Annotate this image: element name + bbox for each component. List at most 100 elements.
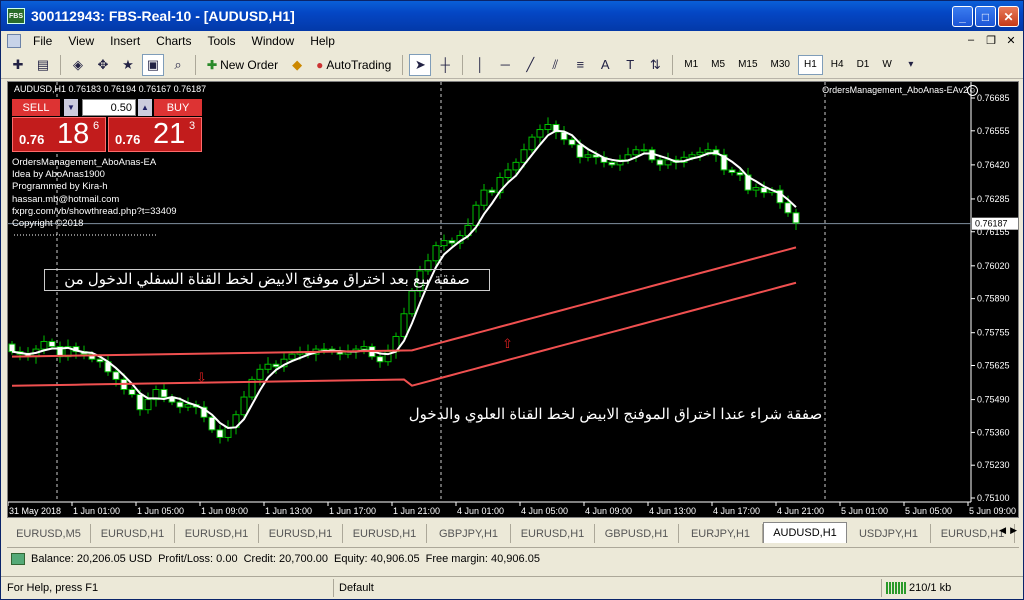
chart-tab[interactable]: EURUSD,M5	[7, 524, 91, 543]
price-chart[interactable]: 0.76685 0.76555 0.76420 0.76285 0.76155 0.760…	[7, 81, 1019, 518]
tab-scroll-left-icon[interactable]: ◀	[999, 525, 1006, 536]
metaeditor-icon[interactable]: ◆	[286, 54, 308, 76]
autotrading-button[interactable]: ● AutoTrading	[311, 54, 396, 76]
title-bar[interactable]: FBS 300112943: FBS-Real-10 - [AUDUSD,H1]…	[1, 1, 1023, 31]
candle-bull	[544, 123, 552, 131]
equidistant-channel-icon[interactable]: ⫽	[544, 54, 566, 76]
menu-help[interactable]: Help	[302, 34, 343, 48]
buy-price-box[interactable]: 0.76 21 3	[108, 117, 202, 152]
chart-tab[interactable]: EURUSD,H1	[343, 524, 427, 543]
timeframe-m5[interactable]: M5	[706, 55, 730, 75]
menu-bar: File View Insert Charts Tools Window Hel…	[1, 31, 1023, 51]
new-chart-icon[interactable]: ✚	[7, 54, 29, 76]
candle-bull	[144, 399, 152, 411]
market-watch-icon[interactable]: ◈	[67, 54, 89, 76]
menu-file[interactable]: File	[25, 34, 60, 48]
toolbar-more-icon[interactable]: ▾	[900, 54, 922, 76]
text-label-icon[interactable]: T	[619, 54, 641, 76]
data-window-icon[interactable]: ✥	[92, 54, 114, 76]
vertical-line-icon[interactable]: │	[469, 54, 491, 76]
lot-down-icon[interactable]: ▼	[64, 99, 78, 116]
toolbar-separator	[462, 54, 464, 75]
price-tick-label: 0.76285	[977, 194, 1010, 204]
crosshair-icon[interactable]: ┼	[434, 54, 456, 76]
maximize-button[interactable]: □	[975, 6, 996, 27]
timeframe-m30[interactable]: M30	[766, 55, 795, 75]
menu-window[interactable]: Window	[244, 34, 303, 48]
navigator-icon[interactable]: ★	[117, 54, 139, 76]
timeframe-m15[interactable]: M15	[733, 55, 762, 75]
menu-charts[interactable]: Charts	[148, 34, 199, 48]
time-tick-label: 4 Jun 13:00	[649, 506, 696, 516]
buy-button[interactable]: BUY	[154, 99, 202, 116]
sell-price-box[interactable]: 0.76 18 6	[12, 117, 106, 152]
mdi-minimize-icon[interactable]: –	[963, 33, 979, 47]
price-tick-label: 0.76685	[977, 93, 1010, 103]
candle-bull	[664, 159, 672, 166]
minimize-button[interactable]: _	[952, 6, 973, 27]
profiles-icon[interactable]: ▤	[32, 54, 54, 76]
sell-button[interactable]: SELL	[12, 99, 60, 116]
sell-annotation[interactable]: صفقة بيع بعد اختراق موفنج الابيض لخط الق…	[44, 269, 490, 291]
strategy-tester-icon[interactable]: ⌕	[167, 54, 189, 76]
close-button[interactable]: ✕	[998, 6, 1019, 27]
new-order-button[interactable]: ✚ New Order	[202, 54, 283, 76]
timeframe-m1[interactable]: M1	[679, 55, 703, 75]
menu-view[interactable]: View	[60, 34, 102, 48]
text-icon[interactable]: A	[594, 54, 616, 76]
time-tick-label: 5 Jun 01:00	[841, 506, 888, 516]
info-line: Idea by AboAnas1900	[12, 169, 105, 181]
timeframe-d1[interactable]: D1	[852, 55, 875, 75]
arrows-icon[interactable]: ⇅	[644, 54, 666, 76]
chart-tab[interactable]: EURUSD,H1	[175, 524, 259, 543]
lot-size-input[interactable]: 0.50	[82, 99, 136, 116]
mdi-close-icon[interactable]: ✕	[1003, 33, 1019, 47]
price-tick-label: 0.75230	[977, 460, 1010, 470]
candle-bear	[608, 161, 616, 166]
profile-name[interactable]: Default	[339, 582, 374, 594]
ea-smiley-icon: ☺	[967, 85, 978, 96]
current-price-label: 0.76187	[975, 219, 1008, 229]
chart-tab[interactable]: EURJPY,H1	[679, 524, 763, 543]
menu-tools[interactable]: Tools	[200, 34, 244, 48]
buy-annotation[interactable]: صفقة شراء عندا اختراق الموفنج الابيض لخط…	[388, 405, 843, 423]
candle-bear	[160, 388, 168, 398]
mdi-restore-icon[interactable]: ❐	[983, 33, 999, 47]
sell-signal-arrow-icon: ⇩	[196, 371, 207, 386]
trendline-icon[interactable]: ╱	[519, 54, 541, 76]
ea-name-label: OrdersManagement_AboAnas-EAv2	[822, 85, 968, 95]
candle-bear	[656, 159, 664, 166]
terminal-icon[interactable]: ▣	[142, 53, 164, 76]
horizontal-line-icon[interactable]: ─	[494, 54, 516, 76]
timeframe-w1[interactable]: W	[877, 55, 896, 75]
candle-bull	[752, 187, 760, 191]
toolbar-separator	[195, 54, 196, 75]
chart-tab[interactable]: EURUSD,H1	[511, 524, 595, 543]
candle-bear	[568, 139, 576, 146]
chart-tab[interactable]: GBPUSD,H1	[595, 524, 679, 543]
price-tick-label: 0.75755	[977, 328, 1010, 338]
candle-bear	[576, 144, 584, 158]
ea-info-block: OrdersManagement_AboAnas-EA Idea by AboA…	[12, 157, 177, 230]
candle-bull	[432, 245, 440, 262]
cursor-icon[interactable]: ➤	[409, 53, 432, 76]
candle-bull	[640, 149, 648, 152]
price-tick-label: 0.75100	[977, 493, 1010, 503]
candle-bear	[216, 429, 224, 438]
chart-tab-active[interactable]: AUDUSD,H1	[763, 522, 847, 543]
time-tick-label: 4 Jun 17:00	[713, 506, 760, 516]
chart-window-icon[interactable]	[7, 34, 21, 48]
chart-tab[interactable]: EURUSD,H1	[259, 524, 343, 543]
time-tick-label: 4 Jun 01:00	[457, 506, 504, 516]
lot-up-icon[interactable]: ▲	[138, 99, 152, 116]
timeframe-h1[interactable]: H1	[797, 54, 823, 75]
chart-tab[interactable]: USDJPY,H1	[847, 524, 931, 543]
menu-insert[interactable]: Insert	[102, 34, 148, 48]
fibonacci-icon[interactable]: ≡	[569, 54, 591, 76]
chart-tab[interactable]: GBPJPY,H1	[427, 524, 511, 543]
candle-bull	[256, 368, 264, 380]
tab-scroll-right-icon[interactable]: ▶	[1010, 525, 1017, 536]
chart-tab[interactable]: EURUSD,H1	[91, 524, 175, 543]
equity-value: Equity: 40,906.05	[333, 552, 420, 565]
timeframe-h4[interactable]: H4	[826, 55, 849, 75]
